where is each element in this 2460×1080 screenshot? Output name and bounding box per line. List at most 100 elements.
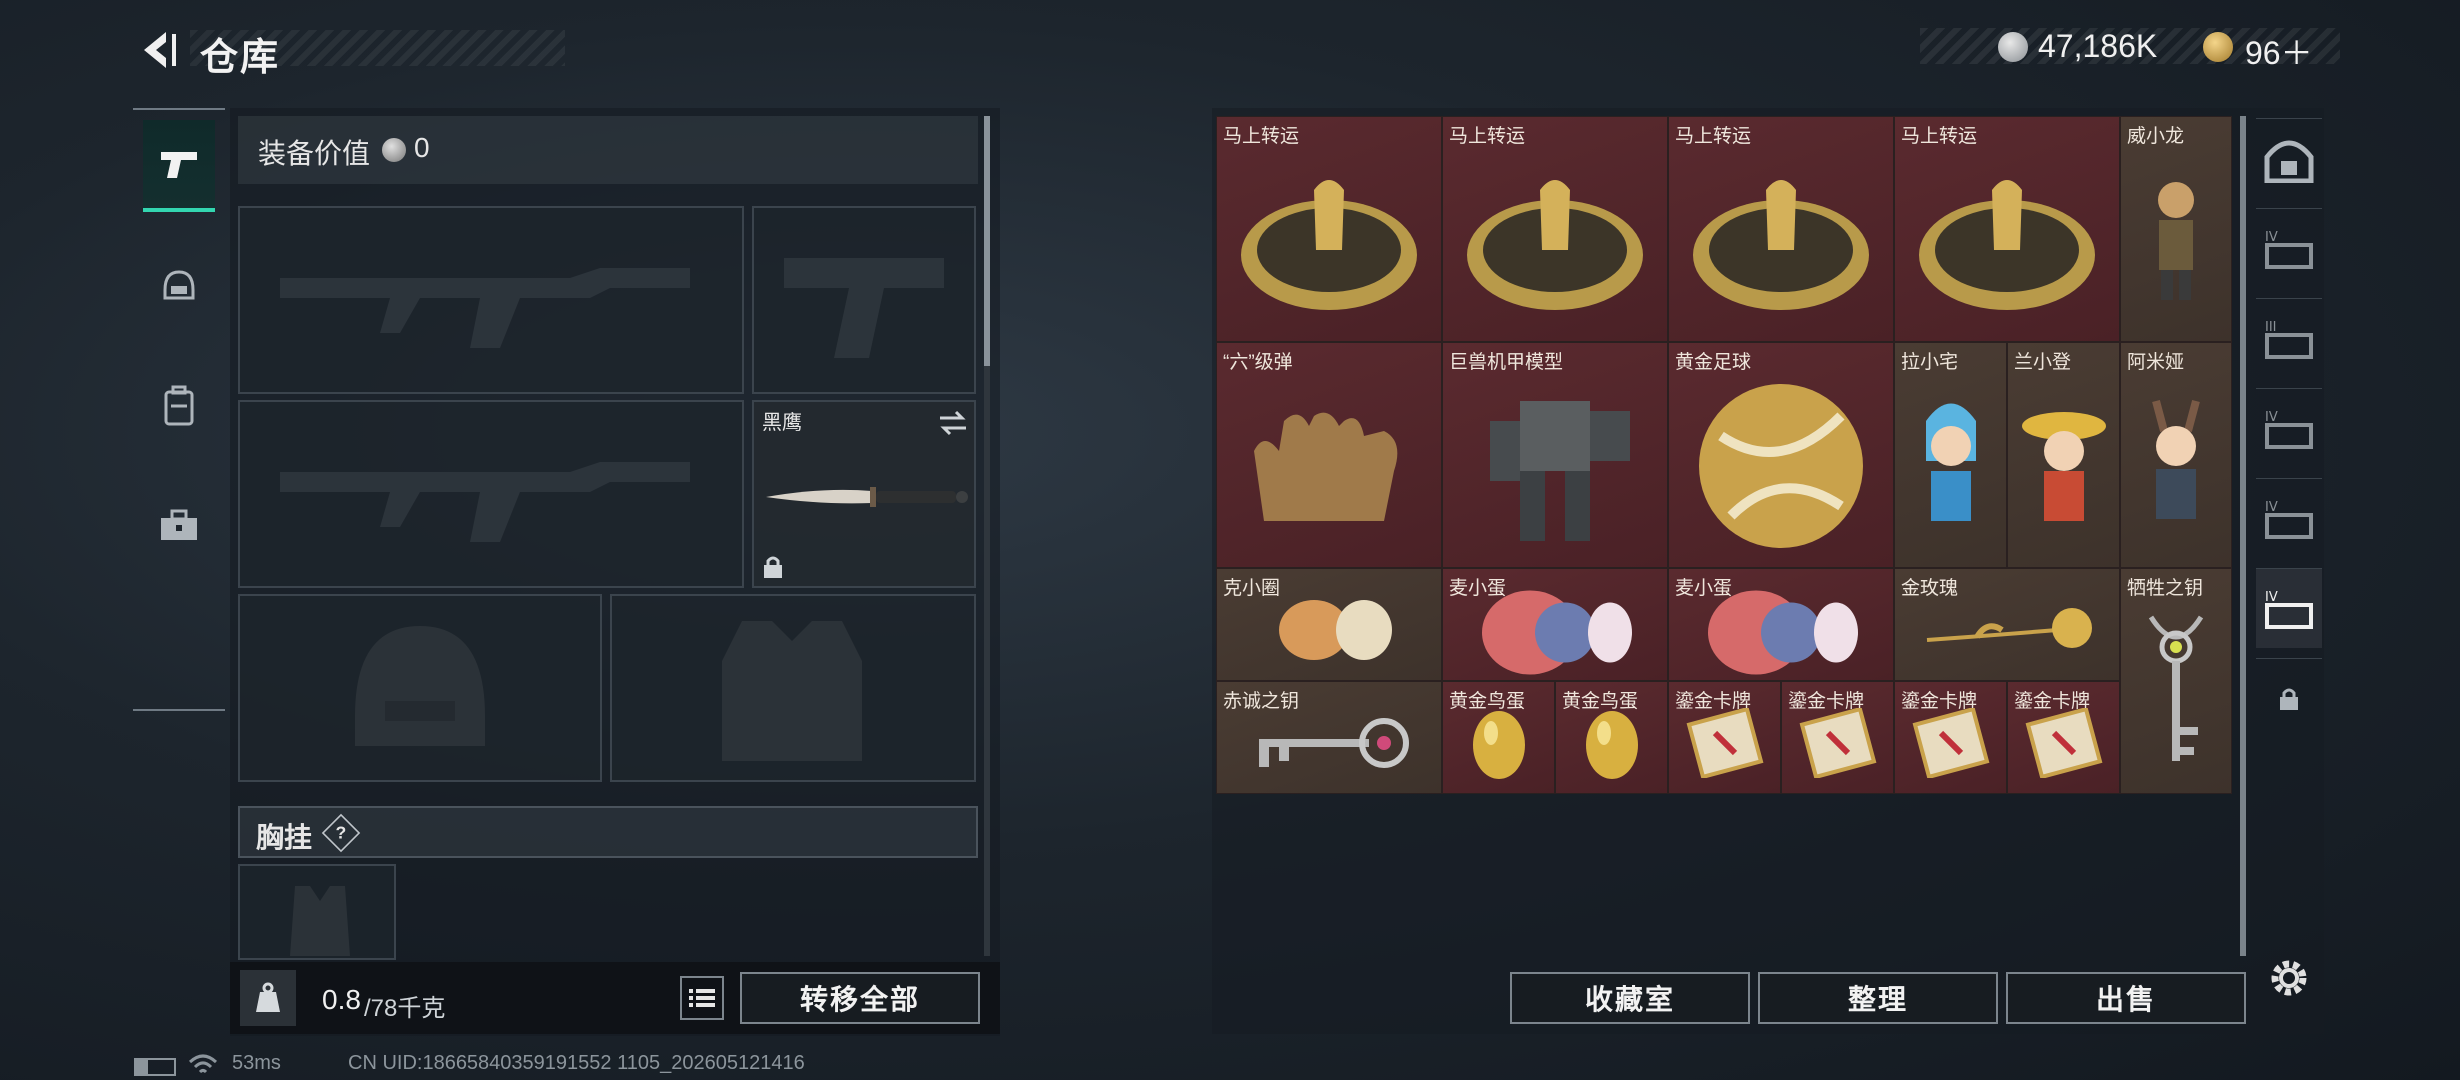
- transfer-all-button[interactable]: 转移全部: [740, 972, 980, 1024]
- help-mark: ?: [335, 822, 347, 843]
- item-name: 兰小登: [2014, 352, 2072, 373]
- settings-button[interactable]: [2256, 938, 2322, 1018]
- melee-slot[interactable]: 黑鹰: [752, 400, 976, 588]
- chest-rig-label: 胸挂: [256, 822, 313, 853]
- chest-rig-slot[interactable]: [238, 864, 396, 960]
- egg-figure-icon: [1708, 590, 1858, 675]
- stash-item[interactable]: 赤诚之钥: [1216, 681, 1442, 794]
- stash-page-3[interactable]: IV: [2256, 388, 2322, 468]
- stash-item[interactable]: 马上转运: [1894, 116, 2120, 342]
- tab-armor[interactable]: [143, 240, 215, 332]
- capacity-bar: 0.8 /78千克 转移全部: [230, 962, 1000, 1034]
- helmet-silhouette-icon: [355, 626, 485, 746]
- item-name: 威小龙: [2127, 126, 2185, 147]
- stash-page-locked[interactable]: [2256, 658, 2322, 738]
- figure-icon: [2021, 412, 2106, 522]
- stash-item[interactable]: 鎏金卡牌: [2007, 681, 2120, 794]
- pistol-silhouette-icon: [784, 258, 944, 358]
- stash-item[interactable]: 黄金鸟蛋: [1555, 681, 1668, 794]
- chest-rig-silhouette-icon: [290, 886, 350, 956]
- capacity-max: /78千克: [364, 995, 446, 1022]
- stash-scrollbar-thumb[interactable]: [2240, 116, 2246, 956]
- coupon-icon: [2203, 32, 2233, 62]
- equipment-scrollbar-thumb[interactable]: [984, 116, 990, 366]
- stash-page-5[interactable]: IV: [2256, 568, 2322, 648]
- stash-item[interactable]: 兰小登: [2007, 342, 2120, 568]
- sidearm-slot[interactable]: [752, 206, 976, 394]
- backpack-icon: [164, 385, 194, 426]
- stash-item[interactable]: 阿米娅: [2120, 342, 2232, 568]
- stash-item[interactable]: 黄金足球: [1668, 342, 1894, 568]
- storage-level-icon: IV: [2265, 590, 2313, 629]
- gilded-card-icon: [1686, 708, 1763, 779]
- stash-item[interactable]: 黄金鸟蛋: [1442, 681, 1555, 794]
- storage-level-icon: IV: [2265, 230, 2313, 269]
- storage-level-icon: IV: [2265, 410, 2313, 449]
- fortune-wheel-icon: [1241, 180, 1417, 311]
- pistol-icon: [161, 152, 197, 178]
- key-icon: [2148, 615, 2204, 762]
- item-name: 马上转运: [1223, 126, 1300, 147]
- settings-icon: [2271, 960, 2307, 996]
- stash-page-sidebar: IV III IV IV IV: [2248, 108, 2330, 1008]
- help-icon[interactable]: ?: [321, 813, 361, 853]
- list-icon: [689, 989, 715, 1007]
- stash-page-2[interactable]: III: [2256, 298, 2322, 378]
- storage-level-icon: III: [2265, 320, 2313, 359]
- golden-egg-icon: [1472, 711, 1525, 780]
- stash-page-1[interactable]: IV: [2256, 208, 2322, 288]
- capacity-current: 0.8: [322, 984, 361, 1015]
- body-armor-slot[interactable]: [610, 594, 976, 782]
- sell-button[interactable]: 出售: [2006, 972, 2246, 1024]
- collection-room-button[interactable]: 收藏室: [1510, 972, 1750, 1024]
- rifle-silhouette-icon: [280, 462, 690, 542]
- tab-backpack[interactable]: [143, 360, 215, 452]
- fortune-wheel-icon: [1693, 180, 1869, 311]
- stash-page-4[interactable]: IV: [2256, 478, 2322, 558]
- item-name: 马上转运: [1675, 126, 1752, 147]
- stash-page-main[interactable]: [2256, 118, 2322, 198]
- stash-item[interactable]: 麦小蛋: [1668, 568, 1894, 681]
- item-name: “六”级弹: [1223, 352, 1293, 373]
- stash-item[interactable]: 克小圈: [1216, 568, 1442, 681]
- list-view-button[interactable]: [680, 976, 724, 1020]
- stash-item[interactable]: 鎏金卡牌: [1894, 681, 2007, 794]
- primary-weapon-slot-1[interactable]: [238, 206, 744, 394]
- stash-item[interactable]: 金玫瑰: [1894, 568, 2120, 681]
- equipment-value-bar: 装备价值 0: [238, 116, 978, 184]
- uid-readout: CN UID:18665840359191552 1105_2026051214…: [348, 1052, 805, 1074]
- stash-item[interactable]: 马上转运: [1216, 116, 1442, 342]
- swap-icon[interactable]: [938, 410, 968, 436]
- chest-rig-header: 胸挂 ?: [238, 806, 978, 858]
- stash-grid: 马上转运 马上转运 马上转运 马上转运 威小龙 “六”级弹 巨兽机甲模型 黄金足…: [1216, 116, 2232, 794]
- coupon-balance[interactable]: 96＋: [2245, 28, 2313, 74]
- stash-item[interactable]: 马上转运: [1668, 116, 1894, 342]
- stash-item[interactable]: 鎏金卡牌: [1781, 681, 1894, 794]
- stash-item[interactable]: “六”级弹: [1216, 342, 1442, 568]
- stash-item[interactable]: 威小龙: [2120, 116, 2232, 342]
- svg-text:IV: IV: [2265, 590, 2278, 605]
- primary-weapon-slot-2[interactable]: [238, 400, 744, 588]
- tab-tools[interactable]: [143, 480, 215, 572]
- figure-icon: [1279, 600, 1392, 661]
- melee-item-name: 黑鹰: [762, 412, 802, 434]
- stash-item[interactable]: 麦小蛋: [1442, 568, 1668, 681]
- stash-item[interactable]: 牺牲之钥: [2120, 568, 2232, 794]
- stash-item[interactable]: 巨兽机甲模型: [1442, 342, 1668, 568]
- item-name: 牺牲之钥: [2127, 578, 2204, 599]
- helmet-slot[interactable]: [238, 594, 602, 782]
- back-button[interactable]: [128, 24, 188, 76]
- weight-button[interactable]: [240, 970, 296, 1026]
- vault-icon: [2264, 140, 2314, 183]
- tab-weapons[interactable]: [143, 120, 215, 212]
- equipment-value-label: 装备价值: [258, 138, 371, 169]
- fortune-wheel-icon: [1467, 180, 1643, 311]
- organize-button[interactable]: 整理: [1758, 972, 1998, 1024]
- svg-text:III: III: [2265, 320, 2277, 335]
- item-name: 拉小宅: [1901, 352, 1959, 373]
- stash-item[interactable]: 鎏金卡牌: [1668, 681, 1781, 794]
- equipment-value: 0: [414, 132, 430, 163]
- stash-item[interactable]: 拉小宅: [1894, 342, 2007, 568]
- wifi-icon: [188, 1054, 218, 1074]
- stash-item[interactable]: 马上转运: [1442, 116, 1668, 342]
